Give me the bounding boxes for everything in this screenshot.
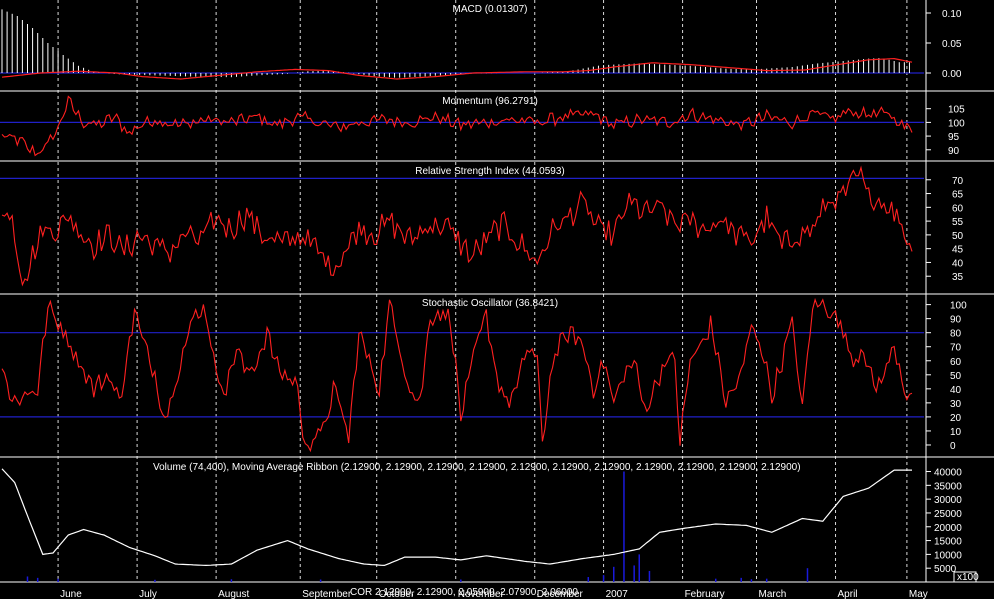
- y-tick-label: 100: [948, 118, 965, 129]
- panel-title: MACD (0.01307): [452, 4, 527, 15]
- y-tick-label: 30000: [934, 495, 962, 506]
- y-tick-label: 20: [950, 413, 962, 424]
- y-tick-label: 40000: [934, 468, 962, 479]
- y-tick-label: 50: [952, 231, 964, 242]
- y-tick-label: 35000: [934, 481, 962, 492]
- y-tick-label: 60: [950, 357, 962, 368]
- y-tick-label: 15000: [934, 537, 962, 548]
- y-tick-label: 45: [952, 245, 964, 256]
- month-label: June: [60, 589, 82, 599]
- ohlc-label: COR 2.12900, 2.12900, 2.05900, 2.07900, …: [350, 587, 578, 598]
- y-tick-label: 55: [952, 217, 964, 228]
- month-label: September: [302, 589, 352, 599]
- y-tick-label: 105: [948, 105, 965, 116]
- month-label: August: [218, 589, 249, 599]
- y-tick-label: 0.05: [942, 39, 962, 50]
- y-tick-label: 30: [950, 399, 962, 410]
- y-tick-label: 10000: [934, 550, 962, 561]
- stock-indicator-chart: MACD (0.01307) 0.10 0.05 0.00 Momentum (96.2…: [0, 0, 994, 599]
- y-tick-label: 100: [950, 301, 967, 312]
- y-tick-label: 95: [948, 132, 960, 143]
- y-tick-label: 50: [950, 371, 962, 382]
- y-tick-label: 0: [950, 441, 956, 452]
- month-label: April: [838, 589, 858, 599]
- y-tick-label: 0.00: [942, 69, 962, 80]
- y-tick-label: 65: [952, 190, 964, 201]
- y-tick-label: 70: [950, 343, 962, 354]
- y-tick-label: 80: [950, 329, 962, 340]
- y-tick-label: 90: [950, 315, 962, 326]
- month-label: March: [759, 589, 787, 599]
- y-tick-label: 10: [950, 427, 962, 438]
- month-label: May: [909, 589, 928, 599]
- y-tick-label: 40: [950, 385, 962, 396]
- panel-title: Relative Strength Index (44.0593): [415, 166, 565, 177]
- y-tick-label: 60: [952, 203, 964, 214]
- month-label: July: [139, 589, 157, 599]
- month-label: February: [685, 589, 725, 599]
- y-tick-label: 35: [952, 272, 964, 283]
- month-label: 2007: [606, 589, 629, 599]
- y-tick-label: 5000: [934, 564, 957, 575]
- y-tick-label: 90: [948, 146, 960, 157]
- y-tick-label: 40: [952, 258, 964, 269]
- y-tick-label: 70: [952, 176, 964, 187]
- y-tick-label: 20000: [934, 523, 962, 534]
- panel-title: Momentum (96.2791): [442, 96, 538, 107]
- y-tick-label: 0.10: [942, 9, 962, 20]
- panel-title: Volume (74,400), Moving Average Ribbon (…: [153, 462, 801, 473]
- y-tick-label: 25000: [934, 509, 962, 520]
- volume-scale-label: x100: [957, 572, 979, 583]
- panel-title: Stochastic Oscillator (36.8421): [422, 298, 558, 309]
